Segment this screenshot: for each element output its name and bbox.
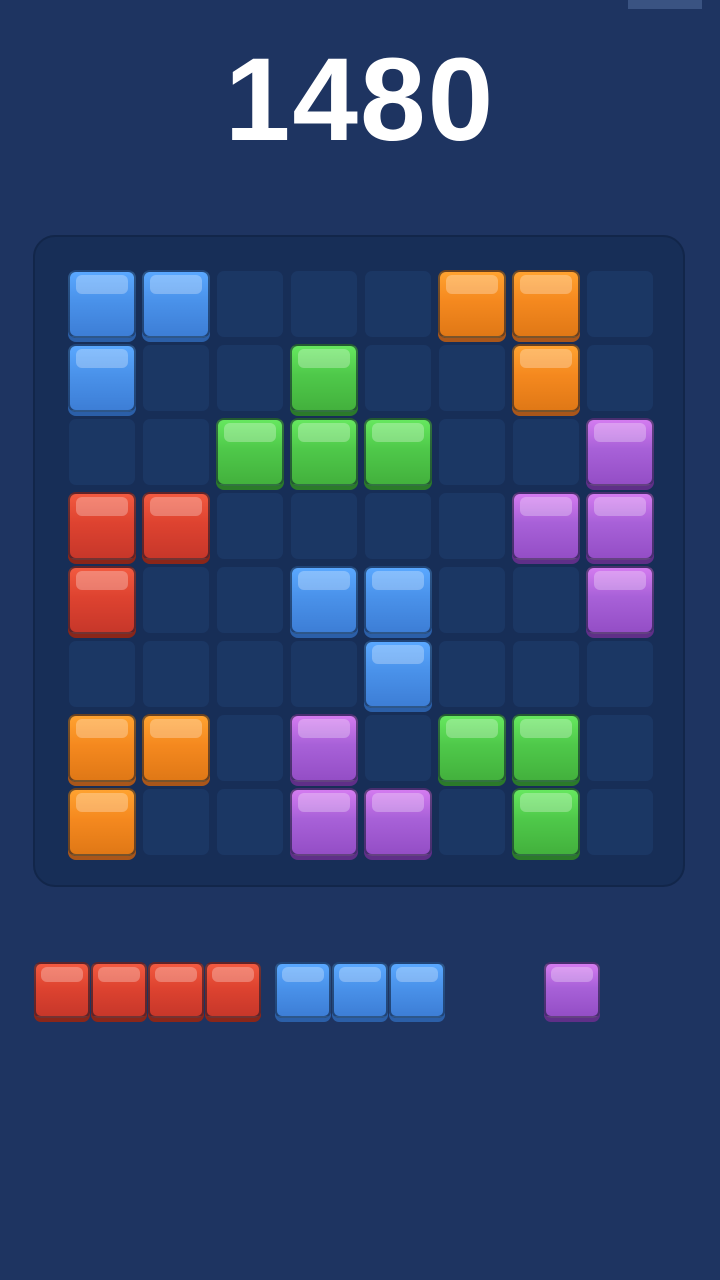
board-cell-r1-c3[interactable] — [217, 271, 283, 337]
tray-piece-purple-single[interactable] — [544, 962, 601, 1019]
board-cell-r6-c4[interactable] — [291, 641, 357, 707]
tray-piece-red-line-4[interactable] — [34, 962, 262, 1019]
block-blue-r2-c1 — [68, 344, 136, 412]
game-board[interactable] — [33, 235, 685, 887]
board-cell-r7-c8[interactable] — [587, 715, 653, 781]
board-cell-r2-c6[interactable] — [439, 345, 505, 411]
board-cell-r2-c3[interactable] — [217, 345, 283, 411]
tray-block-red — [34, 962, 90, 1018]
block-purple-r8-c5 — [364, 788, 432, 856]
board-cell-r4-c6[interactable] — [439, 493, 505, 559]
block-purple-r5-c8 — [586, 566, 654, 634]
tray-block-blue — [389, 962, 445, 1018]
board-cell-r5-c7[interactable] — [513, 567, 579, 633]
block-purple-r4-c8 — [586, 492, 654, 560]
board-cell-r4-c3[interactable] — [217, 493, 283, 559]
tray-block-blue — [332, 962, 388, 1018]
board-cell-r3-c1[interactable] — [69, 419, 135, 485]
block-red-r4-c1 — [68, 492, 136, 560]
board-cell-r6-c2[interactable] — [143, 641, 209, 707]
board-cell-r8-c8[interactable] — [587, 789, 653, 855]
board-cell-r5-c3[interactable] — [217, 567, 283, 633]
board-cell-r1-c5[interactable] — [365, 271, 431, 337]
board-cell-r7-c5[interactable] — [365, 715, 431, 781]
block-green-r7-c6 — [438, 714, 506, 782]
board-cell-r2-c5[interactable] — [365, 345, 431, 411]
block-blue-r1-c1 — [68, 270, 136, 338]
block-blue-r1-c2 — [142, 270, 210, 338]
block-purple-r8-c4 — [290, 788, 358, 856]
board-cell-r3-c6[interactable] — [439, 419, 505, 485]
board-cell-r2-c2[interactable] — [143, 345, 209, 411]
board-cell-r6-c7[interactable] — [513, 641, 579, 707]
tray-block-purple — [544, 962, 600, 1018]
block-orange-r1-c6 — [438, 270, 506, 338]
board-cell-r6-c3[interactable] — [217, 641, 283, 707]
piece-tray — [0, 960, 720, 1020]
block-purple-r3-c8 — [586, 418, 654, 486]
block-green-r3-c5 — [364, 418, 432, 486]
block-red-r5-c1 — [68, 566, 136, 634]
tray-block-blue — [275, 962, 331, 1018]
tray-block-red — [205, 962, 261, 1018]
board-cell-r4-c4[interactable] — [291, 493, 357, 559]
board-cell-r4-c5[interactable] — [365, 493, 431, 559]
block-green-r7-c7 — [512, 714, 580, 782]
block-purple-r7-c4 — [290, 714, 358, 782]
block-purple-r4-c7 — [512, 492, 580, 560]
block-green-r8-c7 — [512, 788, 580, 856]
board-cell-r6-c8[interactable] — [587, 641, 653, 707]
block-green-r3-c4 — [290, 418, 358, 486]
block-orange-r7-c2 — [142, 714, 210, 782]
board-cell-r8-c3[interactable] — [217, 789, 283, 855]
board-cell-r5-c2[interactable] — [143, 567, 209, 633]
block-orange-r1-c7 — [512, 270, 580, 338]
board-cell-r6-c1[interactable] — [69, 641, 135, 707]
board-cell-r2-c8[interactable] — [587, 345, 653, 411]
board-cell-r1-c8[interactable] — [587, 271, 653, 337]
board-cell-r8-c6[interactable] — [439, 789, 505, 855]
tray-block-red — [91, 962, 147, 1018]
block-orange-r7-c1 — [68, 714, 136, 782]
board-cell-r8-c2[interactable] — [143, 789, 209, 855]
tray-piece-blue-line-3[interactable] — [275, 962, 446, 1019]
board-cell-r3-c7[interactable] — [513, 419, 579, 485]
board-cell-r1-c4[interactable] — [291, 271, 357, 337]
board-cell-r3-c2[interactable] — [143, 419, 209, 485]
block-green-r3-c3 — [216, 418, 284, 486]
block-blue-r5-c4 — [290, 566, 358, 634]
board-cell-r6-c6[interactable] — [439, 641, 505, 707]
board-cell-r5-c6[interactable] — [439, 567, 505, 633]
block-orange-r2-c7 — [512, 344, 580, 412]
block-red-r4-c2 — [142, 492, 210, 560]
block-green-r2-c4 — [290, 344, 358, 412]
tray-block-red — [148, 962, 204, 1018]
block-blue-r6-c5 — [364, 640, 432, 708]
block-blue-r5-c5 — [364, 566, 432, 634]
block-orange-r8-c1 — [68, 788, 136, 856]
score-display: 1480 — [224, 34, 496, 166]
board-cell-r7-c3[interactable] — [217, 715, 283, 781]
menu-button[interactable] — [628, 0, 702, 9]
